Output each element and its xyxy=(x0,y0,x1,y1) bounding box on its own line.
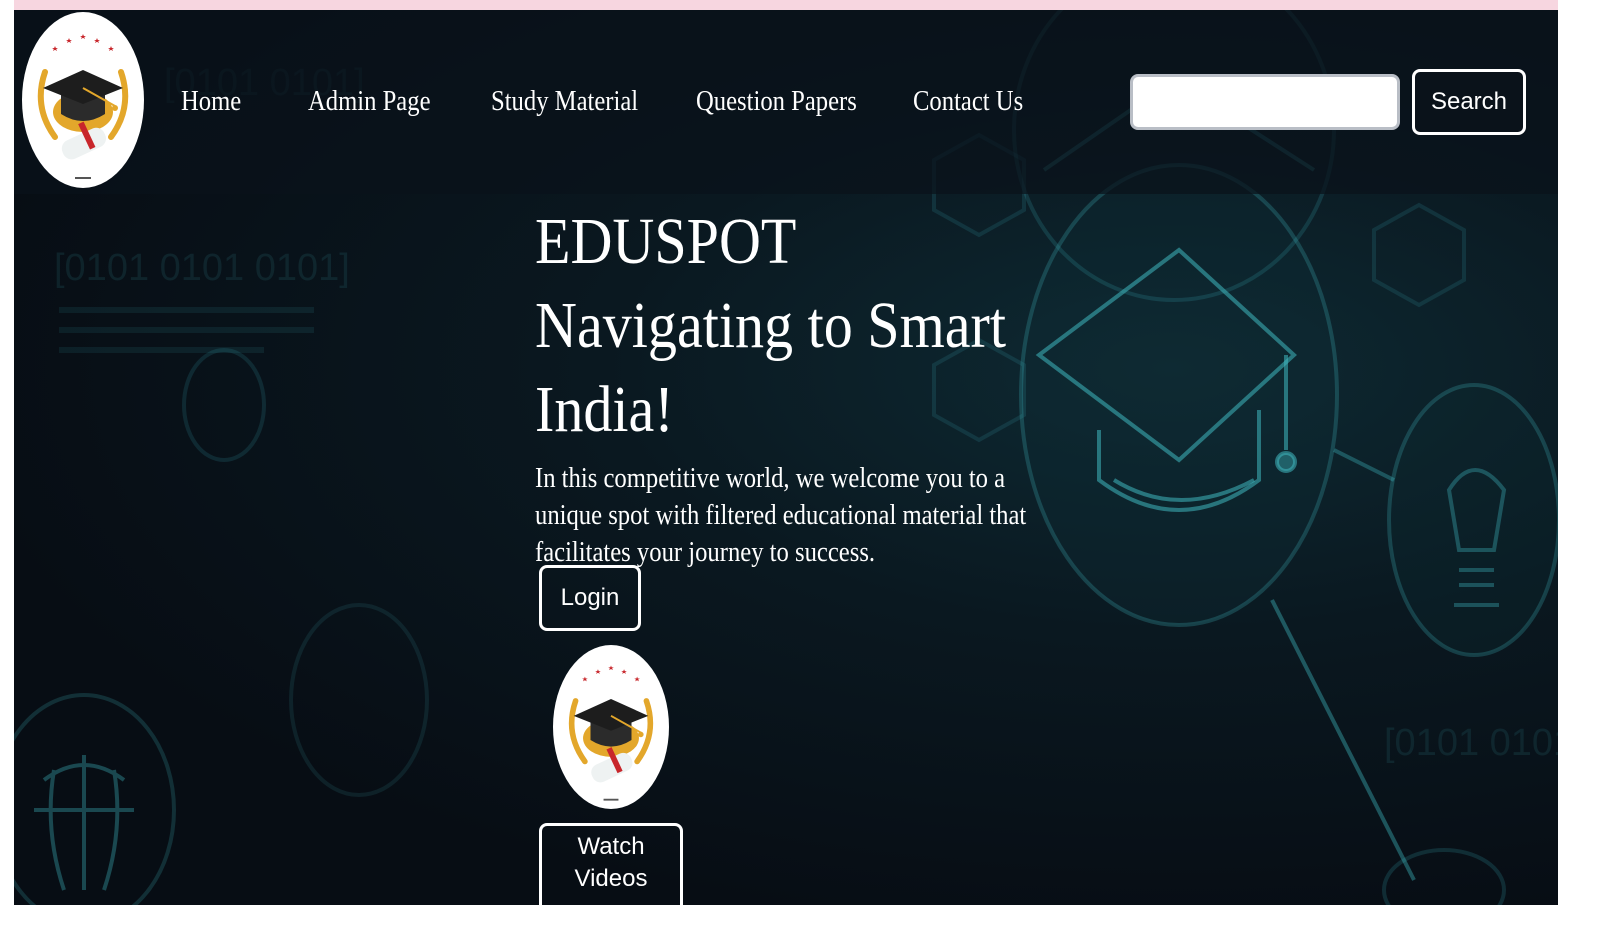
eduspot-logo-icon[interactable] xyxy=(22,12,144,188)
search-button[interactable]: Search xyxy=(1412,69,1526,135)
top-navbar: Home Admin Page Study Material Question … xyxy=(14,10,1558,194)
hero-section: EDUSPOT Navigating to Smart India! In th… xyxy=(535,200,1035,571)
nav-link-question-papers[interactable]: Question Papers xyxy=(696,86,857,118)
page-viewport: [0101 0101 0101] [0101 0101] [0101 0101] xyxy=(14,10,1558,905)
watch-videos-button[interactable]: Watch Videos xyxy=(539,823,683,905)
nav-link-study-material[interactable]: Study Material xyxy=(491,86,638,118)
eduspot-logo-small-icon[interactable] xyxy=(553,645,669,809)
hero-description: In this competitive world, we welcome yo… xyxy=(535,463,1027,568)
nav-link-contact-us[interactable]: Contact Us xyxy=(913,86,1023,118)
hero-title: EDUSPOT Navigating to Smart India! xyxy=(535,200,1028,452)
top-accent-strip xyxy=(14,0,1558,10)
search-input[interactable] xyxy=(1130,74,1400,130)
nav-link-home[interactable]: Home xyxy=(181,86,241,118)
svg-text:[0101 0101]: [0101 0101] xyxy=(1384,722,1558,764)
hero-title-brand: EDUSPOT xyxy=(535,205,797,278)
hero-title-tagline: Navigating to Smart India! xyxy=(535,289,1007,446)
svg-text:[0101 0101 0101]: [0101 0101 0101] xyxy=(54,247,350,289)
nav-link-admin-page[interactable]: Admin Page xyxy=(308,86,431,118)
login-button[interactable]: Login xyxy=(539,565,641,631)
